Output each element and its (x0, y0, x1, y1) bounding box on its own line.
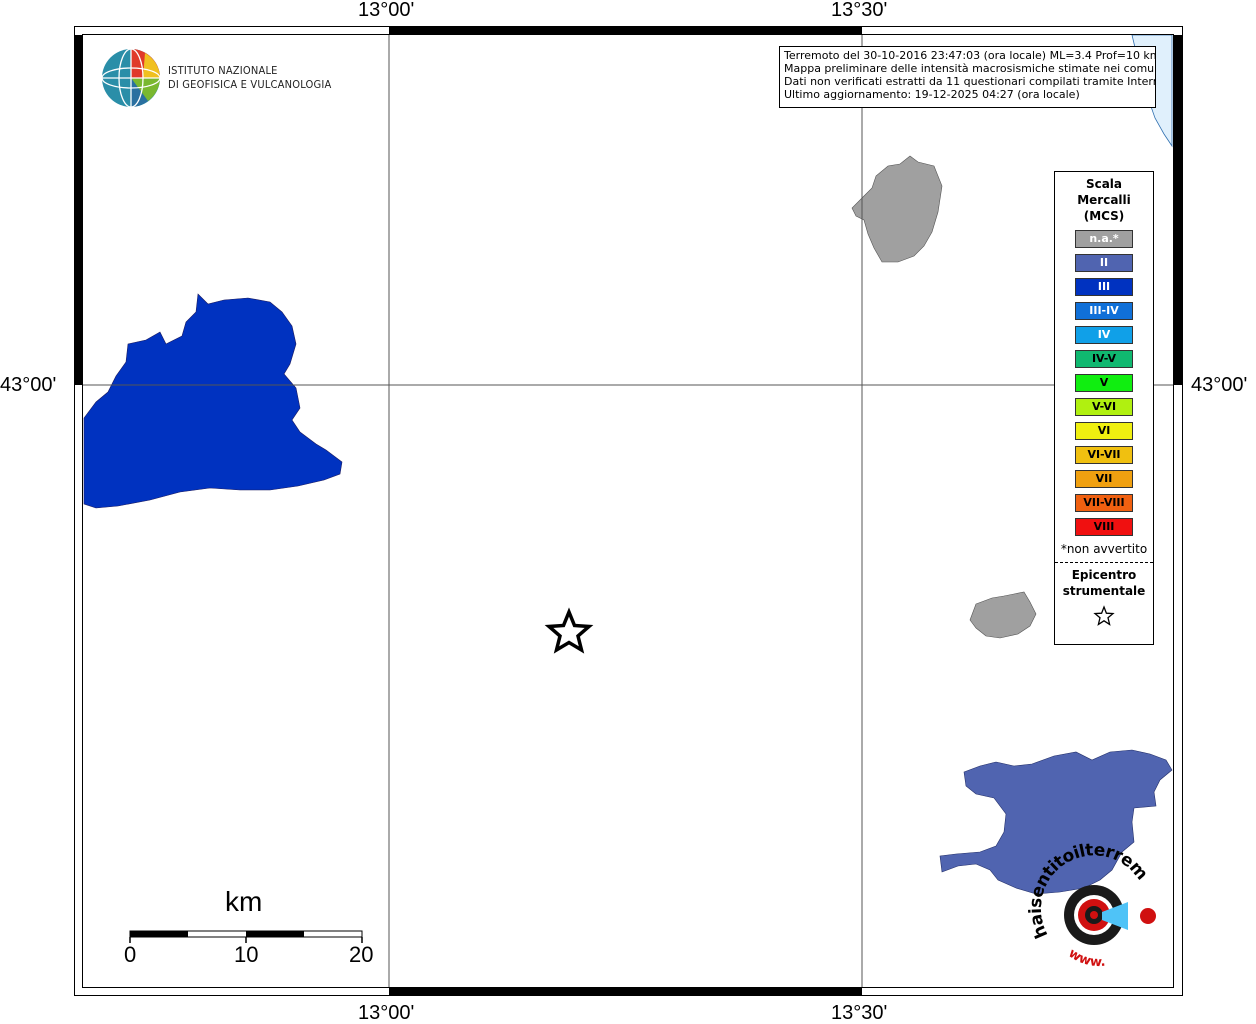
intensity-legend: Scala Mercalli (MCS) n.a.* II III III-IV IV I… (1054, 171, 1154, 645)
left-tick-4300: 43°00' (0, 374, 57, 396)
municipality-west[interactable] (83, 293, 343, 509)
legend-swatch: n.a.* (1075, 230, 1133, 248)
earthquake-info-box: Terremoto del 30-10-2016 23:47:03 (ora l… (779, 46, 1156, 108)
scale-tick-0: 0 (124, 942, 137, 967)
info-line-3: Dati non verificati estratti da 11 quest… (784, 75, 1156, 88)
legend-title: Scala Mercalli (MCS) (1055, 176, 1153, 224)
ingv-logo-line2: DI GEOFISICA E VULCANOLOGIA (168, 78, 332, 91)
info-line-2: Mappa preliminare delle intensità macros… (784, 62, 1156, 75)
legend-swatch: III-IV (1075, 302, 1133, 320)
legend-swatch: VIII (1075, 518, 1133, 536)
legend-swatch: IV (1075, 326, 1133, 344)
info-line-1: Terremoto del 30-10-2016 23:47:03 (ora l… (784, 49, 1156, 62)
legend-title-line1: Scala (1085, 177, 1123, 191)
ingv-logo-icon (101, 48, 161, 108)
bottom-tick-1300: 13°00' (358, 1002, 415, 1024)
watermark-url: www. (1066, 946, 1106, 970)
right-tick-4300: 43°00' (1191, 374, 1248, 396)
legend-swatch: V (1075, 374, 1133, 392)
legend-separator (1055, 562, 1153, 563)
legend-note: *non avvertito (1060, 542, 1148, 556)
legend-swatch: III (1075, 278, 1133, 296)
epicenter-star[interactable] (544, 607, 594, 654)
bottom-tick-1330: 13°30' (831, 1002, 888, 1024)
legend-swatch: VI (1075, 422, 1133, 440)
municipality-northeast[interactable] (851, 155, 943, 263)
legend-title-line3: (MCS) (1083, 209, 1125, 223)
legend-items: n.a.* II III III-IV IV IV-V V V-VI VI VI-VII VII VI… (1055, 230, 1153, 536)
legend-swatch: VI-VII (1075, 446, 1133, 464)
top-tick-1330: 13°30' (831, 0, 888, 21)
legend-star-icon (1055, 605, 1153, 631)
legend-swatch: VII-VIII (1075, 494, 1133, 512)
info-line-4: Ultimo aggiornamento: 19-12-2025 04:27 (… (784, 88, 1080, 101)
top-tick-1300: 13°00' (358, 0, 415, 21)
legend-swatch: II (1075, 254, 1133, 272)
legend-epicenter-line2: strumentale (1062, 584, 1146, 598)
legend-epicenter-label: Epicentro strumentale (1055, 567, 1153, 599)
municipality-east-small[interactable] (969, 591, 1037, 639)
legend-swatch: IV-V (1075, 350, 1133, 368)
scale-bar-unit: km (225, 886, 263, 917)
svg-text:www.: www. (1066, 946, 1106, 970)
scale-tick-20: 20 (349, 942, 374, 967)
legend-swatch: VII (1075, 470, 1133, 488)
legend-epicenter-line1: Epicentro (1071, 568, 1137, 582)
legend-title-line2: Mercalli (1077, 193, 1131, 207)
scale-tick-10: 10 (234, 942, 259, 967)
ingv-logo-line1: ISTITUTO NAZIONALE (168, 64, 278, 77)
legend-swatch: V-VI (1075, 398, 1133, 416)
